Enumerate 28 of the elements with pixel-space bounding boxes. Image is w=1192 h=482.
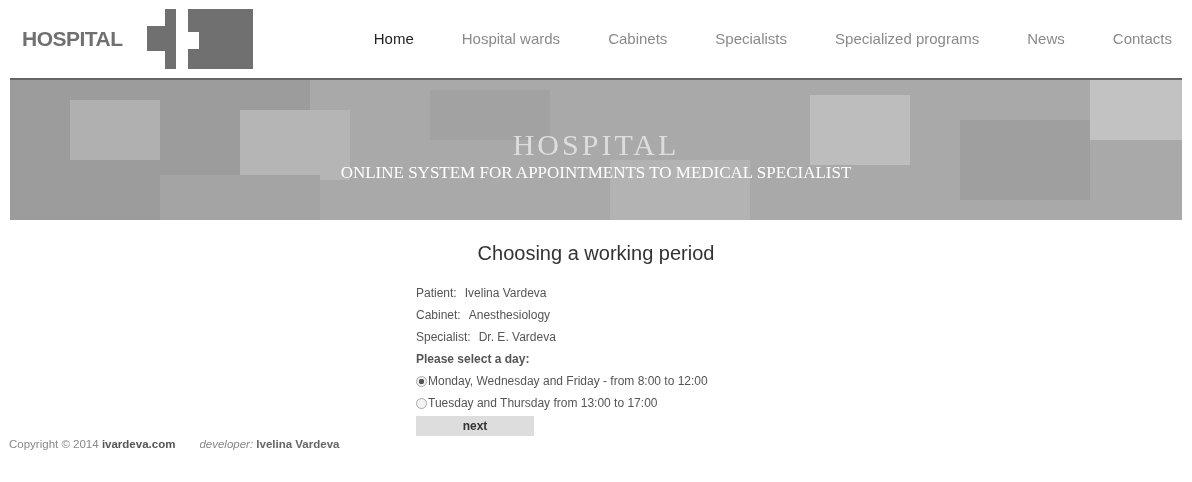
- page-heading: Choosing a working period: [476, 241, 716, 266]
- prompt-text: Please select a day:: [416, 351, 531, 368]
- detail-value: Anesthesiology: [468, 307, 551, 324]
- logo-icon: [146, 9, 253, 69]
- next-button[interactable]: next: [416, 416, 534, 436]
- copyright-text: Copyright © 2014: [9, 438, 99, 450]
- detail-value: Ivelina Vardeva: [464, 285, 547, 302]
- nav-link[interactable]: Home: [373, 27, 414, 51]
- nav-link[interactable]: Specialized programs: [835, 27, 980, 51]
- radio-button[interactable]: [416, 375, 427, 387]
- detail-label: Cabinet:: [416, 307, 461, 324]
- detail-value: Dr. E. Vardeva: [478, 329, 556, 346]
- nav-link[interactable]: News: [1027, 27, 1065, 51]
- nav-link[interactable]: Contacts: [1112, 27, 1172, 51]
- developer-label: developer:: [199, 438, 254, 450]
- banner-subtitle: ONLINE SYSTEM FOR APPOINTMENTS TO MEDICAL SPECIALIST: [339, 162, 853, 184]
- detail-label: Specialist:: [416, 329, 471, 346]
- developer-name: Ivelina Vardeva: [256, 438, 340, 450]
- site-link[interactable]: ivardeva.com: [101, 438, 176, 450]
- detail-label: Patient:: [416, 285, 457, 302]
- banner-title: HOSPITAL: [511, 130, 681, 160]
- radio-button[interactable]: [416, 397, 427, 409]
- logo-text: HOSPITAL: [22, 26, 123, 53]
- nav-link[interactable]: Specialists: [715, 27, 788, 51]
- radio-label[interactable]: Monday, Wednesday and Friday - from 8:00 to 12:00: [428, 370, 708, 392]
- nav-link[interactable]: Cabinets: [608, 27, 668, 51]
- nav-link[interactable]: Hospital wards: [461, 27, 561, 51]
- radio-label[interactable]: Tuesday and Thursday from 13:00 to 17:00: [428, 392, 658, 414]
